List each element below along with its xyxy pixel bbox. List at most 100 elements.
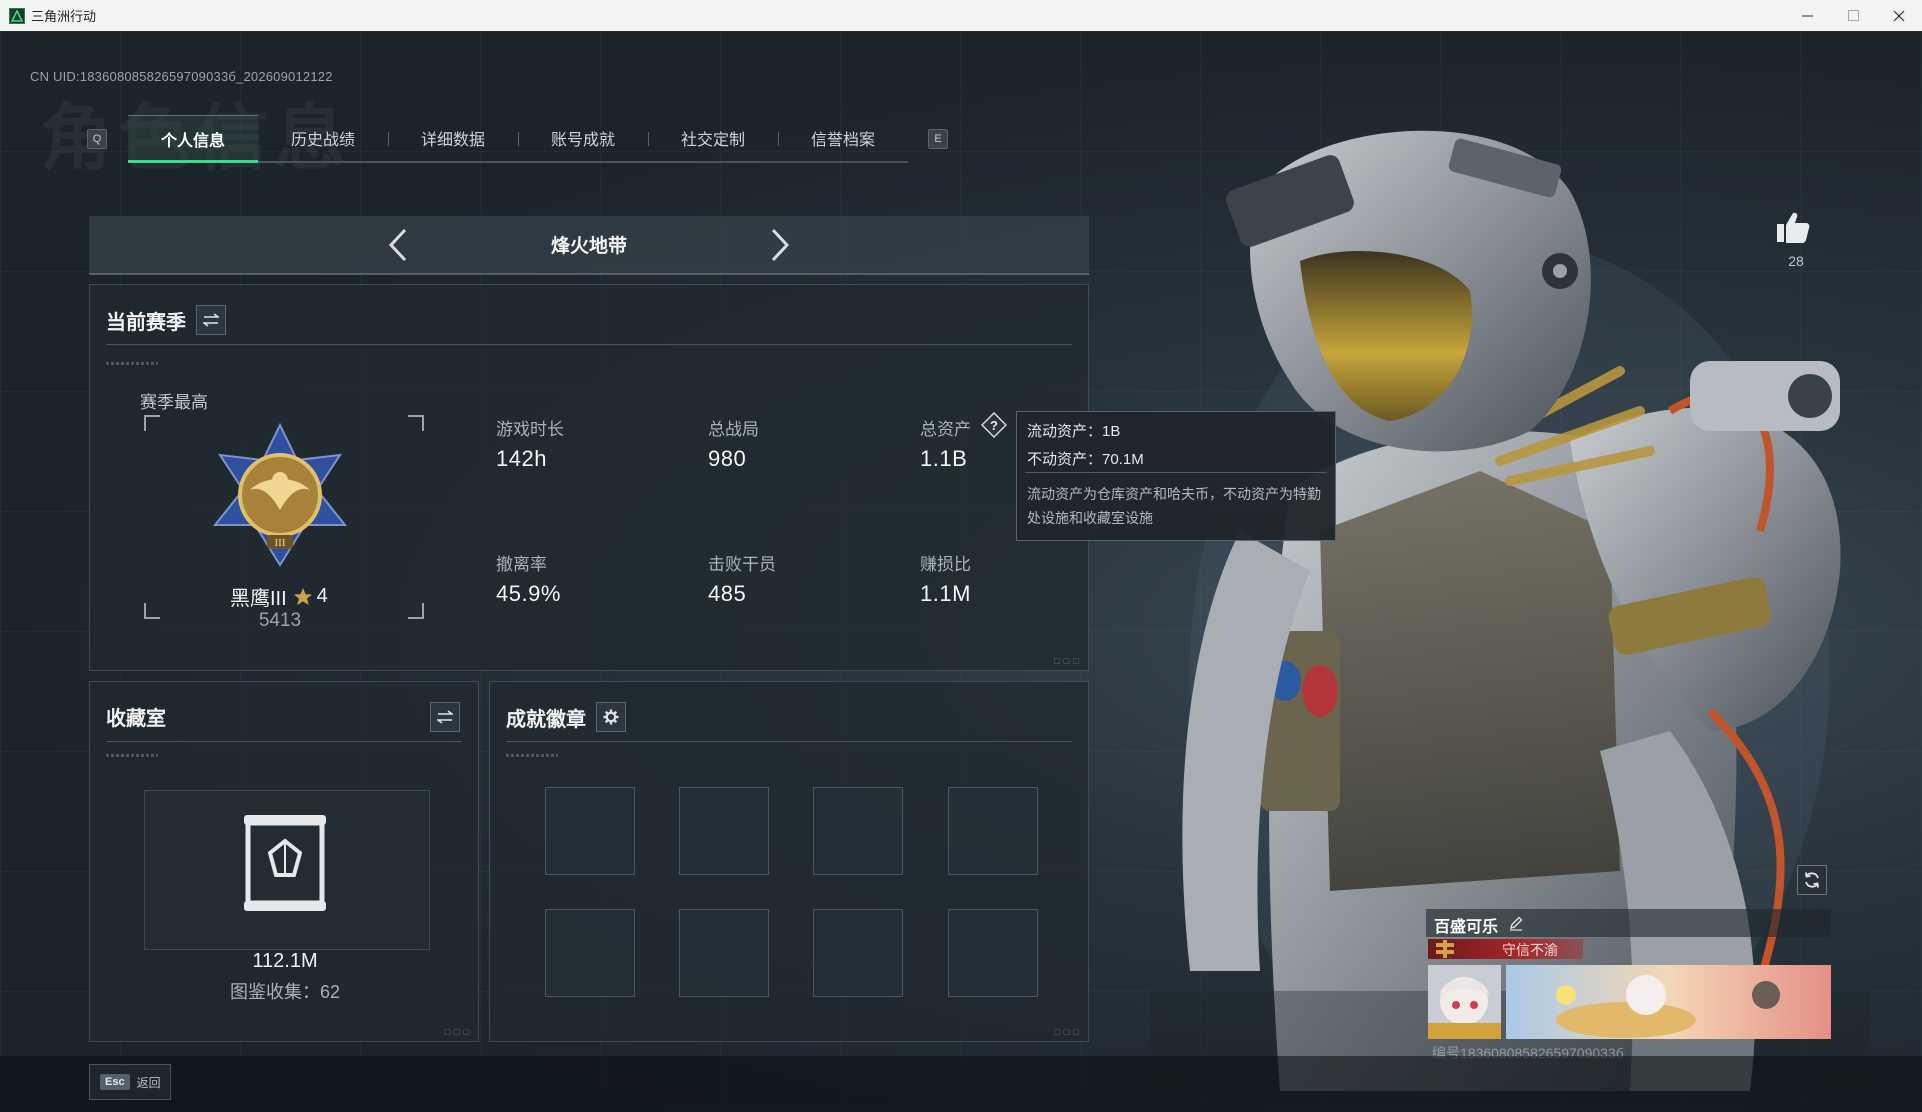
- mode-prev-button[interactable]: [381, 228, 415, 262]
- frame-corner: [144, 415, 160, 431]
- back-label: 返回: [136, 1075, 161, 1090]
- next-tab-key-hint[interactable]: E: [928, 129, 948, 149]
- swap-icon: [437, 710, 453, 724]
- badge-slot[interactable]: [545, 909, 635, 997]
- rank-name: 黑鹰III: [230, 588, 287, 610]
- frame-corner: [408, 415, 424, 431]
- badge-slot[interactable]: [813, 787, 903, 875]
- player-name-card[interactable]: 百盛可乐 守信不渝: [1426, 909, 1831, 1039]
- decor-marks: ▢▢▢: [443, 1027, 472, 1036]
- tab-personal-info[interactable]: 个人信息: [128, 115, 258, 163]
- stat-label-total-assets: 总资产: [920, 420, 971, 439]
- stat-label-playtime: 游戏时长: [496, 420, 564, 439]
- achievements-title: 成就徽章: [506, 708, 586, 731]
- tab-social-customization[interactable]: 社交定制: [648, 115, 778, 161]
- prev-tab-key-hint[interactable]: Q: [87, 129, 107, 149]
- collection-title: 收藏室: [106, 708, 166, 730]
- chevron-right-icon: [771, 228, 790, 262]
- swap-icon: [203, 313, 219, 327]
- game-viewport: CN UID:18360808582659709033б_20260901212…: [0, 31, 1922, 1112]
- maximize-button[interactable]: [1830, 0, 1876, 31]
- edit-icon[interactable]: [1508, 915, 1524, 931]
- badge-slot[interactable]: [948, 787, 1038, 875]
- decor-marks: [106, 754, 158, 757]
- minimize-button[interactable]: [1784, 0, 1830, 31]
- rank-stars: 4: [316, 585, 328, 607]
- stat-value-total-matches: 980: [708, 446, 747, 471]
- player-name: 百盛可乐: [1434, 919, 1499, 936]
- player-motto: 守信不渝: [1502, 942, 1558, 958]
- section-divider: [106, 344, 1072, 345]
- decor-marks: [106, 362, 158, 365]
- mode-next-button[interactable]: [763, 228, 797, 262]
- svg-text:?: ?: [990, 418, 998, 433]
- stat-value-total-assets: 1.1B: [920, 446, 968, 471]
- tab-match-history[interactable]: 历史战绩: [258, 115, 388, 161]
- app-icon: [9, 7, 25, 24]
- refresh-appearance-button[interactable]: [1797, 865, 1827, 895]
- player-banner-image[interactable]: [1506, 965, 1831, 1039]
- badge-slot[interactable]: [679, 909, 769, 997]
- stat-value-profit-loss-ratio: 1.1M: [920, 581, 971, 606]
- window-titlebar: 三角洲行动: [0, 0, 1922, 31]
- badge-slot[interactable]: [813, 909, 903, 997]
- stat-value-operators-defeated: 485: [708, 581, 747, 606]
- stat-label-total-matches: 总战局: [708, 420, 759, 439]
- rank-emblem-icon: III: [212, 422, 348, 567]
- decor-marks: [506, 754, 558, 757]
- close-button[interactable]: [1876, 0, 1922, 31]
- achievement-badges-panel: 成就徽章 ▢▢▢: [489, 681, 1089, 1042]
- svg-text:III: III: [275, 537, 286, 549]
- gear-icon: [603, 709, 619, 725]
- tooltip-divider: [1025, 472, 1327, 473]
- collection-header: 收藏室: [106, 702, 166, 731]
- help-icon[interactable]: ?: [981, 412, 1007, 438]
- rank-name-row: 黑鹰III 4: [230, 582, 328, 611]
- badge-slot[interactable]: [679, 787, 769, 875]
- frame-corner: [408, 603, 424, 619]
- season-best-label: 赛季最高: [140, 393, 208, 412]
- stat-value-playtime: 142h: [496, 446, 547, 471]
- profile-tabs: 个人信息 历史战绩 详细数据 账号成就 社交定制 信誉档案: [128, 115, 908, 163]
- decor-marks: ▢▢▢: [1053, 656, 1082, 665]
- collection-switch-button[interactable]: [430, 702, 460, 732]
- rank-insignia-icon: [1436, 940, 1454, 958]
- section-divider: [506, 741, 1072, 742]
- back-button[interactable]: Esc 返回: [89, 1064, 171, 1100]
- like-count: 28: [1788, 253, 1804, 269]
- section-divider: [106, 741, 462, 742]
- tab-credit-record[interactable]: 信誉档案: [778, 115, 908, 161]
- collection-room-panel: 收藏室 112.1M 图鉴收集：62 ▢▢▢: [89, 681, 479, 1042]
- stat-label-profit-loss-ratio: 赚损比: [920, 555, 971, 574]
- tooltip-description: 流动资产为仓库资产和哈夫币，不动资产为特勤处设施和收藏室设施: [1027, 486, 1321, 526]
- total-assets-tooltip: 流动资产：1B 不动资产：70.1M 流动资产为仓库资产和哈夫币，不动资产为特勤…: [1016, 411, 1336, 541]
- season-header: 当前赛季: [106, 305, 226, 335]
- collection-catalog-count: 图鉴收集：62: [229, 982, 341, 1002]
- esc-key-hint: Esc: [100, 1074, 130, 1090]
- mode-selector: 烽火地带: [89, 216, 1089, 275]
- mode-name: 烽火地带: [550, 236, 627, 257]
- tooltip-liquid-assets: 流动资产：1B: [1027, 423, 1121, 440]
- bottom-bar: [0, 1056, 1922, 1112]
- badge-slot[interactable]: [545, 787, 635, 875]
- star-icon: [293, 587, 312, 605]
- stat-label-operators-defeated: 击败干员: [708, 555, 776, 574]
- chevron-left-icon: [388, 228, 407, 262]
- tooltip-fixed-assets: 不动资产：70.1M: [1027, 451, 1144, 468]
- player-avatar[interactable]: [1428, 965, 1501, 1039]
- season-title: 当前赛季: [106, 311, 186, 334]
- thumbs-up-icon[interactable]: [1775, 209, 1811, 245]
- achievements-header: 成就徽章: [506, 702, 626, 732]
- stat-value-extraction-rate: 45.9%: [496, 581, 561, 606]
- window-title: 三角洲行动: [31, 9, 97, 24]
- collection-value: 112.1M: [252, 950, 318, 972]
- frame-corner: [144, 603, 160, 619]
- achievements-settings-button[interactable]: [596, 702, 626, 732]
- decor-marks: ▢▢▢: [1053, 1027, 1082, 1036]
- stat-label-extraction-rate: 撤离率: [496, 555, 547, 574]
- season-switch-button[interactable]: [196, 305, 226, 335]
- tab-account-achievements[interactable]: 账号成就: [518, 115, 648, 161]
- display-case-icon: [244, 815, 326, 911]
- tab-detailed-data[interactable]: 详细数据: [388, 115, 518, 161]
- badge-slot[interactable]: [948, 909, 1038, 997]
